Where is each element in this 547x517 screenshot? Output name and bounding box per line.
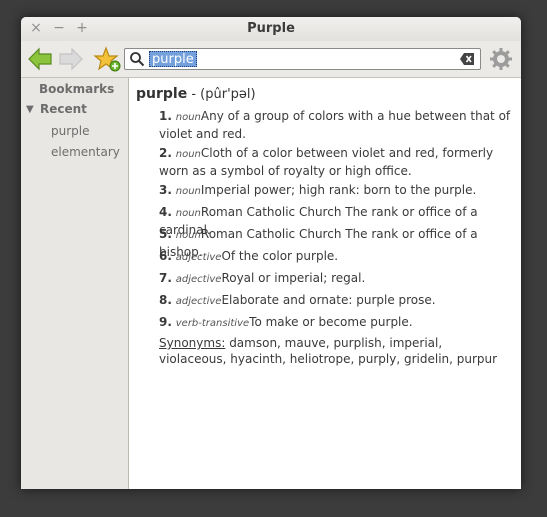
definition-text: Elaborate and ornate: purple prose. (221, 293, 436, 307)
definition-item: 7. adjectiveRoyal or imperial; regal. (159, 270, 519, 288)
part-of-speech: adjective (175, 274, 222, 285)
expander-down-icon[interactable]: ▼ (26, 104, 34, 115)
definition-text: Royal or imperial; regal. (221, 271, 366, 285)
definition-text: Any of a group of colors with a hue betw… (159, 109, 511, 141)
back-arrow-icon[interactable] (27, 47, 53, 71)
part-of-speech: noun (175, 186, 201, 197)
part-of-speech: noun (175, 149, 201, 160)
window-title: Purple (247, 21, 295, 36)
definition-number: 7. (159, 271, 172, 285)
definition-number: 4. (159, 205, 172, 219)
definition-number: 8. (159, 293, 172, 307)
definition-item: 3. nounImperial power; high rank: born t… (159, 182, 519, 200)
definition-number: 3. (159, 183, 172, 197)
definition-pane: purple - (pûr'pəl) 1. nounAny of a group… (129, 78, 521, 489)
synonyms-label: Synonyms: (159, 336, 226, 350)
definition-item: 8. adjectiveElaborate and ornate: purple… (159, 292, 519, 310)
definition-item: 1. nounAny of a group of colors with a h… (159, 108, 519, 142)
definition-text: Cloth of a color between violet and red,… (159, 146, 494, 178)
part-of-speech: verb-transitive (175, 318, 250, 329)
titlebar: × − + Purple (21, 17, 521, 41)
bookmarks-header[interactable]: Bookmarks (39, 82, 114, 96)
definition-number: 9. (159, 315, 172, 329)
search-field[interactable]: purple (124, 48, 481, 70)
headword-text: purple (136, 86, 188, 102)
search-input[interactable]: purple (149, 51, 197, 67)
pronunciation: - (pûr'pəl) (191, 87, 256, 102)
part-of-speech: adjective (175, 252, 222, 263)
synonyms: Synonyms: damson, mauve, purplish, imper… (159, 335, 499, 367)
sidebar: Bookmarks ▼ Recent purple elementary (21, 78, 129, 489)
definition-text: Imperial power; high rank: born to the p… (200, 183, 477, 197)
recent-item-purple[interactable]: purple (51, 124, 90, 138)
recent-item-elementary[interactable]: elementary (51, 145, 120, 159)
definition-number: 1. (159, 109, 172, 123)
definition-number: 5. (159, 227, 172, 241)
search-icon (130, 52, 145, 67)
definition-number: 2. (159, 146, 172, 160)
part-of-speech: noun (175, 208, 201, 219)
definition-text: Of the color purple. (221, 249, 339, 263)
definition-item: 2. nounCloth of a color between violet a… (159, 145, 519, 179)
definition-number: 6. (159, 249, 172, 263)
part-of-speech: noun (175, 230, 201, 241)
headword: purple - (pûr'pəl) (136, 86, 256, 102)
definition-item: 6. adjectiveOf the color purple. (159, 248, 519, 266)
definition-item: 9. verb-transitiveTo make or become purp… (159, 314, 519, 332)
toolbar: purple (21, 41, 521, 78)
forward-arrow-icon[interactable] (58, 47, 84, 71)
part-of-speech: adjective (175, 296, 222, 307)
definition-text: To make or become purple. (249, 315, 413, 329)
part-of-speech: noun (175, 112, 201, 123)
clear-icon[interactable] (459, 52, 475, 66)
dictionary-window: × − + Purple purple Bookmarks ▼ Recent p… (21, 17, 521, 489)
recent-header[interactable]: Recent (40, 102, 87, 116)
add-bookmark-star-icon[interactable] (93, 46, 121, 72)
gear-icon[interactable] (489, 47, 513, 71)
